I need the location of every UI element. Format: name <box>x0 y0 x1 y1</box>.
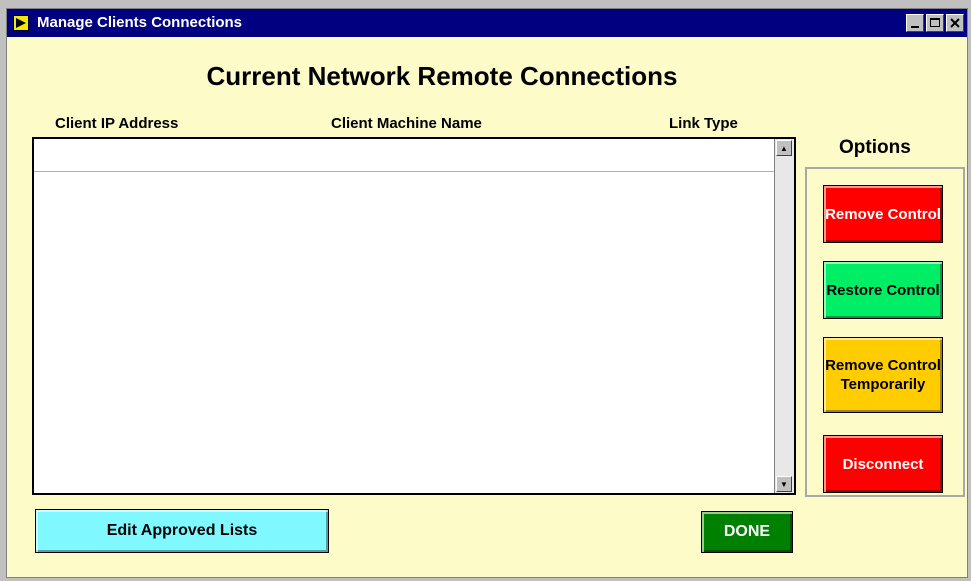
vertical-scrollbar[interactable]: ▲ ▼ <box>774 139 794 493</box>
scroll-down-arrow-icon[interactable]: ▼ <box>776 476 792 492</box>
done-button[interactable]: DONE <box>701 511 793 553</box>
disconnect-button[interactable]: Disconnect <box>823 435 943 493</box>
app-run-icon[interactable] <box>13 15 29 31</box>
column-header-client-ip: Client IP Address <box>55 115 179 132</box>
minimize-icon[interactable] <box>906 14 924 32</box>
column-header-machine-name: Client Machine Name <box>331 115 482 132</box>
options-group: Remove Control Restore Control Remove Co… <box>805 167 965 497</box>
manage-clients-window: Manage Clients Connections Current Netwo… <box>6 8 968 578</box>
maximize-icon[interactable] <box>926 14 944 32</box>
title-bar[interactable]: Manage Clients Connections <box>7 9 967 37</box>
list-row[interactable] <box>34 139 774 172</box>
column-header-link-type: Link Type <box>669 115 738 132</box>
scroll-up-arrow-icon[interactable]: ▲ <box>776 140 792 156</box>
options-label: Options <box>839 137 911 158</box>
remove-control-temporarily-button[interactable]: Remove Control Temporarily <box>823 337 943 413</box>
edit-approved-lists-button[interactable]: Edit Approved Lists <box>35 509 329 553</box>
page-heading: Current Network Remote Connections <box>206 61 678 91</box>
restore-control-button[interactable]: Restore Control <box>823 261 943 319</box>
close-icon[interactable] <box>946 14 964 32</box>
connections-listbox[interactable]: ▲ ▼ <box>32 137 796 495</box>
window-title: Manage Clients Connections <box>37 14 243 31</box>
remove-control-button[interactable]: Remove Control <box>823 185 943 243</box>
